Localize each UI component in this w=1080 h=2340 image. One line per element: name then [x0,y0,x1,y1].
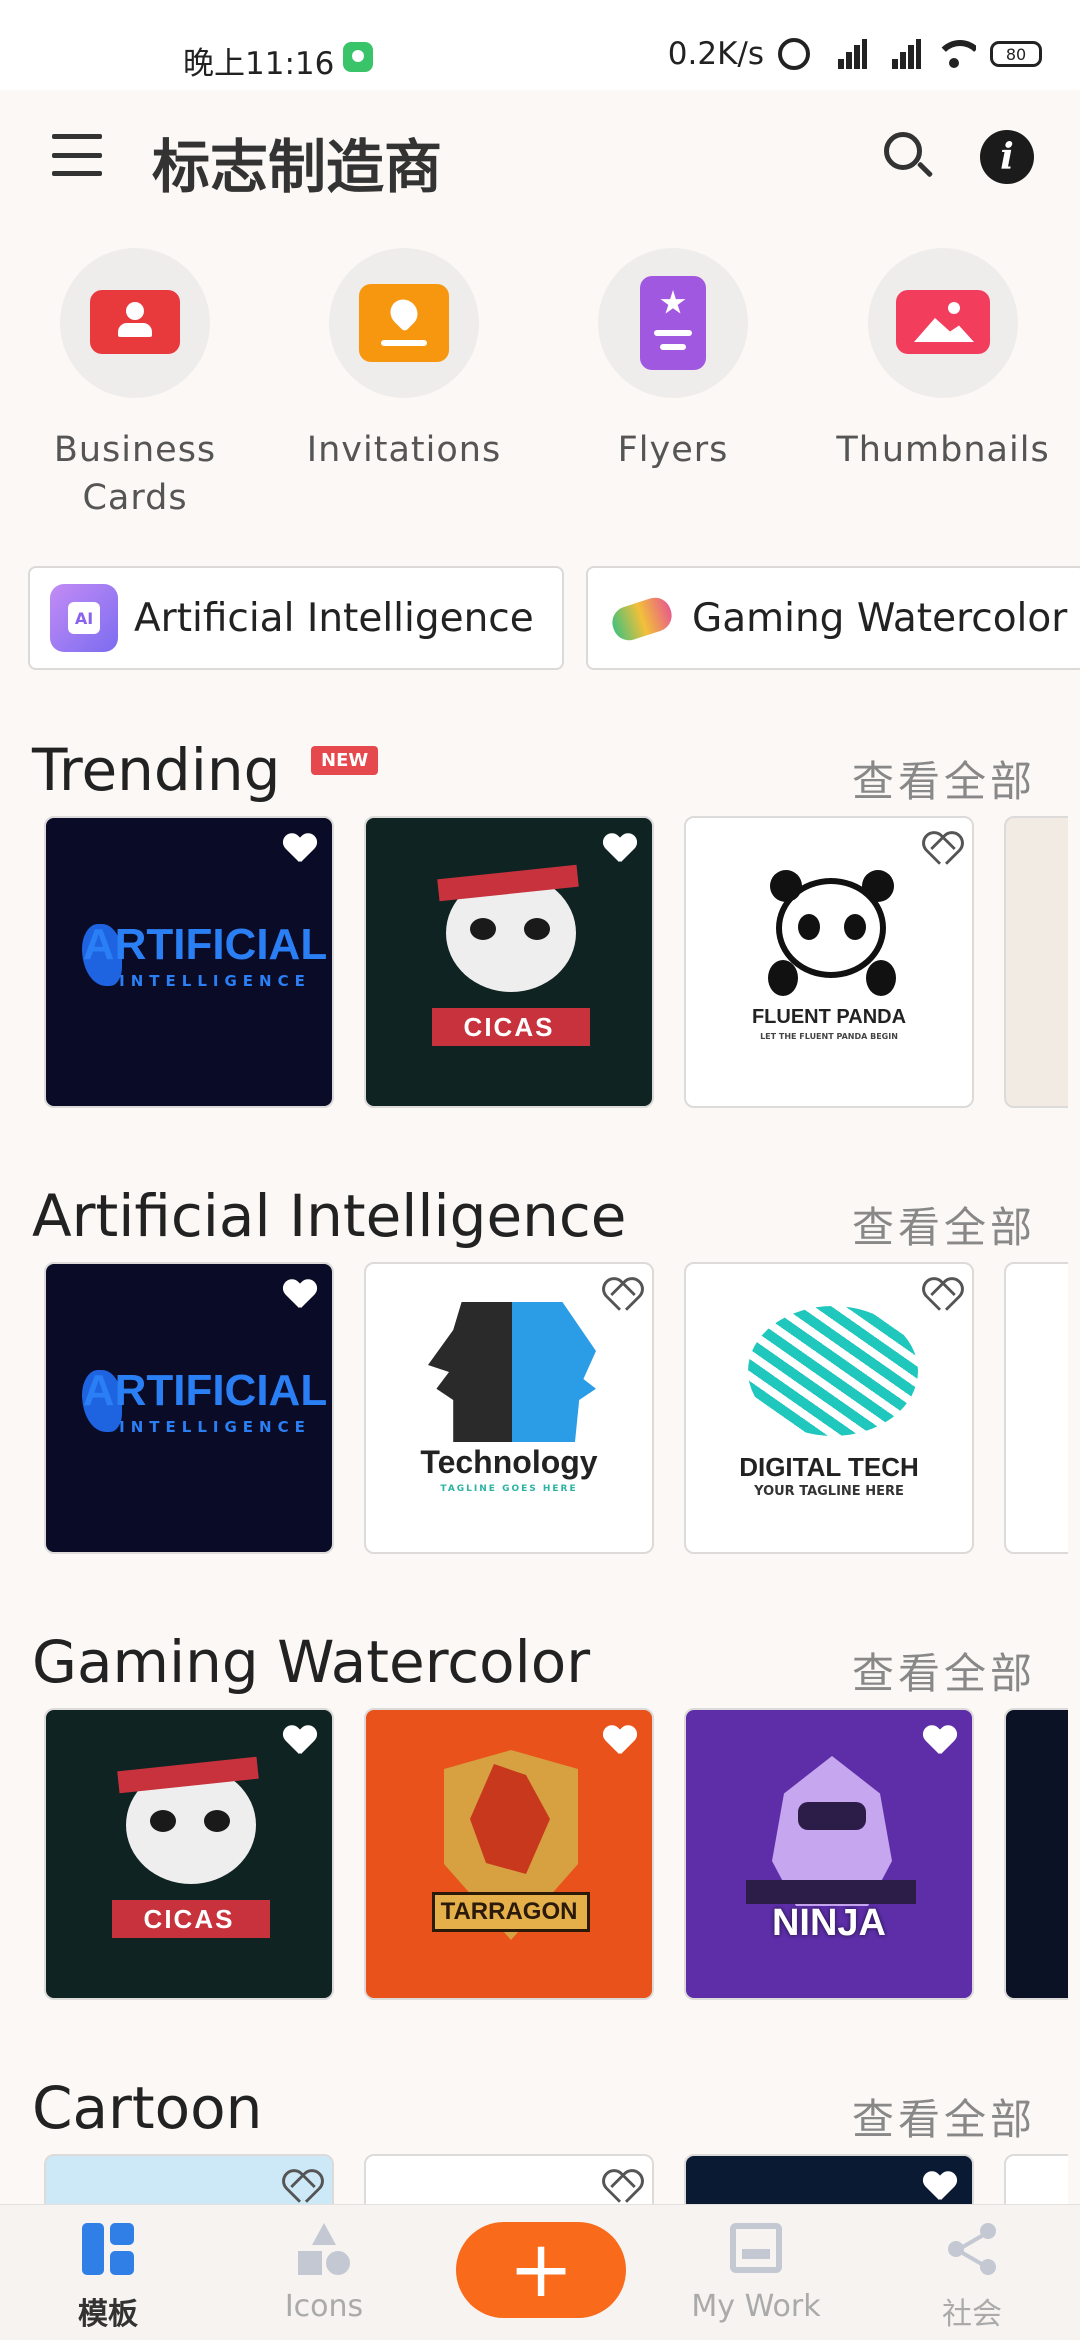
card-row: CICAS TARRAGON NINJA [0,1708,1068,2000]
nav-icons[interactable]: Icons [234,2221,414,2324]
logo-sub: TAGLINE GOES HERE [440,1484,578,1494]
menu-icon[interactable] [52,134,102,176]
logo-sub: YOUR TAGLINE HERE [754,1484,904,1499]
create-button[interactable]: + [456,2222,626,2318]
heart-icon[interactable] [922,1278,958,1312]
card-row: ARTIFICIAL INTELLIGENCE Technology TAGLI… [0,1262,1068,1554]
logo-name: ARTIFICIAL [82,920,328,969]
template-card[interactable]: TARRAGON [364,1708,654,2000]
image-icon [868,248,1018,398]
status-bar: 晚上11:16 0.2K/s 80 [0,0,1080,90]
logo-name: ARTIFICIAL [82,1366,328,1415]
battery-icon: 80 [990,41,1042,67]
see-all-link[interactable]: 查看全部 [852,2086,1036,2147]
category-invitations[interactable]: Invitations [279,248,529,474]
gamepad-icon [608,584,676,652]
search-icon[interactable] [884,132,934,182]
new-badge: NEW [311,746,379,775]
template-card[interactable]: CICAS [44,1708,334,2000]
logo-name: Technology [420,1444,598,1480]
template-card[interactable] [1004,1708,1068,2000]
logo-name: FLUENT PANDA [751,1006,907,1028]
heart-icon[interactable] [602,1724,638,1758]
id-card-icon [60,248,210,398]
template-card[interactable]: NINJA [684,1708,974,2000]
template-card[interactable] [1004,816,1068,1108]
heart-icon[interactable] [282,832,318,866]
chip-label: Gaming Watercolor [692,595,1068,641]
logo-name: CICAS [463,1012,555,1042]
nav-label: Icons [284,2289,364,2324]
see-all-link[interactable]: 查看全部 [852,748,1036,809]
heart-icon[interactable] [602,2170,638,2204]
section-title: Gaming Watercolor [32,1628,591,1696]
category-label: Flyers [617,430,729,470]
logo-sub: INTELLIGENCE [119,972,311,990]
logo-name: NINJA [771,1902,887,1944]
logo-name: CICAS [143,1904,235,1934]
template-card[interactable]: FLUENT PANDA LET THE FLUENT PANDA BEGIN [684,816,974,1108]
nav-social[interactable]: 社会 [882,2221,1062,2333]
nav-label: My Work [691,2289,821,2324]
template-card[interactable] [1004,1262,1068,1554]
card-row: ARTIFICIAL INTELLIGENCE CICAS FLUENT PAN… [0,816,1068,1108]
nav-label: 社会 [942,2297,1002,2332]
logo-sub: INTELLIGENCE [119,1418,311,1436]
security-shield-icon [343,42,373,72]
signal-icon [824,39,867,69]
category-flyers[interactable]: Flyers [548,248,798,474]
see-all-link[interactable]: 查看全部 [852,1640,1036,1701]
heart-icon[interactable] [922,2170,958,2204]
section-title: Cartoon [32,2074,263,2142]
nav-templates[interactable]: 模板 [18,2221,198,2333]
template-card[interactable]: DIGITAL TECH YOUR TAGLINE HERE [684,1262,974,1554]
status-time: 晚上11:16 [183,46,335,82]
chip-label: Artificial Intelligence [134,595,534,641]
inbox-icon [728,2221,784,2277]
wifi-icon [932,38,976,70]
signal-icon [878,39,921,69]
see-all-link[interactable]: 查看全部 [852,1194,1036,1255]
heart-icon[interactable] [602,832,638,866]
heart-icon[interactable] [282,1278,318,1312]
quick-categories: Business Cards Invitations Flyers Thumbn… [0,248,1080,528]
template-card[interactable]: ARTIFICIAL INTELLIGENCE [44,1262,334,1554]
category-label: Thumbnails [836,430,1050,470]
category-thumbnails[interactable]: Thumbnails [818,248,1068,474]
heart-icon[interactable] [282,1724,318,1758]
info-icon[interactable]: i [980,130,1034,184]
chip-artificial-intelligence[interactable]: AI Artificial Intelligence [28,566,564,670]
app-bar: 标志制造商 i [0,90,1080,220]
template-card[interactable]: ARTIFICIAL INTELLIGENCE [44,816,334,1108]
logo-name: DIGITAL TECH [739,1452,919,1482]
section-title: Artificial Intelligence [32,1182,627,1250]
category-label: Business Cards [53,430,217,518]
section-title: Trending [32,736,281,804]
heart-icon[interactable] [922,832,958,866]
invitation-icon [329,248,479,398]
net-speed: 0.2K/s [667,36,764,72]
heart-icon[interactable] [282,2170,318,2204]
flyer-icon [598,248,748,398]
templates-icon [80,2221,136,2277]
category-label: Invitations [306,430,502,470]
template-card[interactable]: CICAS [364,816,654,1108]
shapes-icon [296,2221,352,2277]
status-right: 0.2K/s 80 [668,36,1042,72]
nav-my-work[interactable]: My Work [666,2221,846,2324]
page-title: 标志制造商 [152,133,443,201]
alarm-icon [778,38,810,70]
logo-sub: LET THE FLUENT PANDA BEGIN [760,1032,898,1041]
topic-chips: AI Artificial Intelligence Gaming Waterc… [0,566,1080,670]
share-icon [944,2221,1000,2277]
heart-icon[interactable] [922,1724,958,1758]
category-business-cards[interactable]: Business Cards [10,248,260,522]
ai-chip-icon: AI [50,584,118,652]
logo-name: TARRAGON [440,1898,578,1925]
template-card[interactable]: Technology TAGLINE GOES HERE [364,1262,654,1554]
chip-gaming-watercolor[interactable]: Gaming Watercolor [586,566,1080,670]
nav-label: 模板 [78,2297,138,2332]
heart-icon[interactable] [602,1278,638,1312]
